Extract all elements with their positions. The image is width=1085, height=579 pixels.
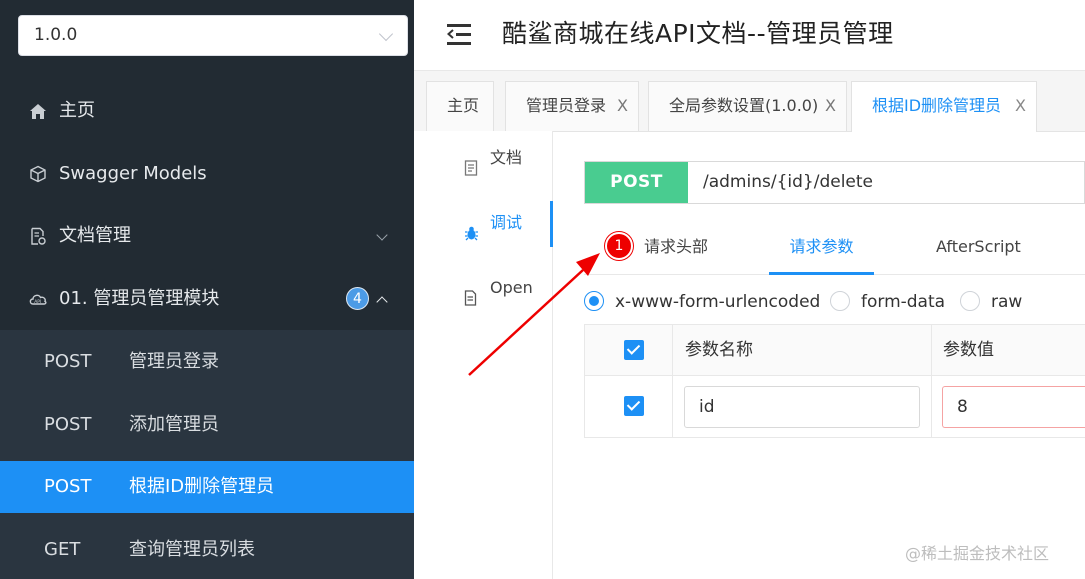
column-header: 参数名称 bbox=[685, 340, 753, 360]
close-icon[interactable]: X bbox=[1015, 82, 1026, 130]
request-subtabs: 请求头部 请求参数 AfterScript bbox=[584, 221, 1085, 275]
watermark: @稀土掘金技术社区 bbox=[905, 544, 1050, 563]
api-label: 查询管理员列表 bbox=[129, 539, 255, 560]
docnav-label: Open bbox=[490, 278, 533, 297]
tab-request-params[interactable]: 请求参数 bbox=[769, 221, 874, 275]
radio-label: raw bbox=[991, 292, 1023, 312]
params-table: 参数名称 参数值 id 8 bbox=[584, 324, 1085, 438]
radio-label: form-data bbox=[861, 292, 946, 312]
column-header: 参数值 bbox=[943, 340, 994, 360]
chevron-down-icon bbox=[378, 26, 394, 42]
api-method: POST bbox=[44, 476, 92, 497]
tab-label: 根据ID删除管理员 bbox=[872, 96, 1002, 115]
tab-request-headers[interactable]: 请求头部 bbox=[644, 221, 708, 274]
api-item-delete-admin[interactable]: POST 根据ID删除管理员 bbox=[0, 461, 414, 513]
chevron-up-icon bbox=[376, 296, 388, 308]
bug-icon bbox=[464, 214, 478, 241]
api-method: POST bbox=[44, 414, 92, 435]
cube-icon bbox=[28, 143, 48, 205]
svg-text:API: API bbox=[34, 299, 41, 305]
tab-label: 全局参数设置(1.0.0) bbox=[669, 96, 819, 115]
api-item-admin-login[interactable]: POST 管理员登录 bbox=[0, 336, 414, 388]
radio-label: x-www-form-urlencoded bbox=[615, 292, 821, 312]
param-name-input[interactable]: id bbox=[684, 386, 920, 428]
tab-label: 主页 bbox=[447, 96, 480, 115]
api-method: POST bbox=[44, 351, 92, 372]
api-item-admin-list[interactable]: GET 查询管理员列表 bbox=[0, 524, 414, 576]
docnav-item-doc[interactable]: 文档 bbox=[414, 136, 552, 180]
table-header-row: 参数名称 参数值 bbox=[585, 325, 1085, 376]
doc-nav: 文档 调试 Open bbox=[414, 131, 553, 579]
api-method: GET bbox=[44, 539, 81, 560]
menu-fold-icon[interactable] bbox=[447, 22, 473, 46]
version-select-value: 1.0.0 bbox=[34, 25, 78, 45]
tab-label: 管理员登录 bbox=[526, 96, 607, 115]
header: 酷鲨商城在线API文档--管理员管理 bbox=[414, 0, 1085, 71]
step-number-badge: 1 bbox=[605, 232, 633, 260]
docnav-label: 调试 bbox=[490, 213, 523, 232]
subtab-label: 请求参数 bbox=[789, 237, 854, 256]
sidebar: 1.0.0 主页 Swagger Models 文档管理 API 01. 管理员… bbox=[0, 0, 414, 579]
tab-afterscript[interactable]: AfterScript bbox=[936, 221, 1021, 274]
api-label: 添加管理员 bbox=[129, 414, 219, 435]
sidebar-item-swagger-models[interactable]: Swagger Models bbox=[0, 143, 414, 205]
table-row: id 8 bbox=[585, 375, 1085, 437]
file-icon bbox=[464, 279, 478, 306]
select-all-checkbox[interactable] bbox=[624, 340, 644, 360]
radio-circle bbox=[960, 291, 980, 311]
sidebar-item-admin-module[interactable]: API 01. 管理员管理模块 4 bbox=[0, 268, 414, 330]
sidebar-item-label: Swagger Models bbox=[59, 163, 207, 184]
method-badge: POST bbox=[585, 162, 688, 203]
chevron-down-icon bbox=[376, 229, 388, 241]
docnav-label: 文档 bbox=[490, 148, 523, 167]
subtab-label: 请求头部 bbox=[644, 237, 709, 256]
count-badge: 4 bbox=[346, 287, 369, 310]
row-checkbox[interactable] bbox=[624, 396, 644, 416]
api-label: 根据ID删除管理员 bbox=[129, 476, 275, 497]
version-select[interactable]: 1.0.0 bbox=[18, 15, 408, 56]
radio-circle bbox=[584, 291, 604, 311]
cloud-icon: API bbox=[28, 268, 48, 330]
sidebar-item-label: 文档管理 bbox=[59, 225, 131, 246]
tab-global-params[interactable]: 全局参数设置(1.0.0) X bbox=[648, 81, 847, 131]
sidebar-item-home[interactable]: 主页 bbox=[0, 80, 414, 142]
page-title: 酷鲨商城在线API文档--管理员管理 bbox=[502, 19, 894, 48]
tab-bar: 主页 管理员登录 X 全局参数设置(1.0.0) X 根据ID删除管理员 X bbox=[414, 71, 1085, 132]
request-url-bar: POST /admins/{id}/delete bbox=[584, 161, 1085, 204]
docnav-item-debug[interactable]: 调试 bbox=[414, 201, 553, 247]
sidebar-item-label: 主页 bbox=[59, 100, 95, 121]
tab-delete-admin[interactable]: 根据ID删除管理员 X bbox=[851, 81, 1037, 132]
sidebar-item-label: 01. 管理员管理模块 bbox=[59, 288, 220, 309]
param-value-input[interactable]: 8 bbox=[942, 386, 1085, 428]
url-input[interactable]: /admins/{id}/delete bbox=[703, 162, 873, 203]
docnav-item-open[interactable]: Open bbox=[414, 266, 552, 310]
close-icon[interactable]: X bbox=[825, 82, 836, 130]
api-list: POST 管理员登录 POST 添加管理员 POST 根据ID删除管理员 GET… bbox=[0, 330, 414, 579]
doc-settings-icon bbox=[28, 205, 48, 267]
subtab-label: AfterScript bbox=[936, 237, 1021, 256]
document-icon bbox=[464, 149, 478, 176]
sidebar-item-doc-management[interactable]: 文档管理 bbox=[0, 205, 414, 267]
content-type-radio-group: x-www-form-urlencoded form-data raw bbox=[584, 288, 1085, 316]
tab-home[interactable]: 主页 bbox=[426, 81, 494, 131]
radio-circle bbox=[830, 291, 850, 311]
api-item-add-admin[interactable]: POST 添加管理员 bbox=[0, 399, 414, 451]
close-icon[interactable]: X bbox=[617, 82, 628, 130]
home-icon bbox=[28, 80, 48, 142]
tab-admin-login[interactable]: 管理员登录 X bbox=[505, 81, 639, 131]
api-label: 管理员登录 bbox=[129, 351, 219, 372]
